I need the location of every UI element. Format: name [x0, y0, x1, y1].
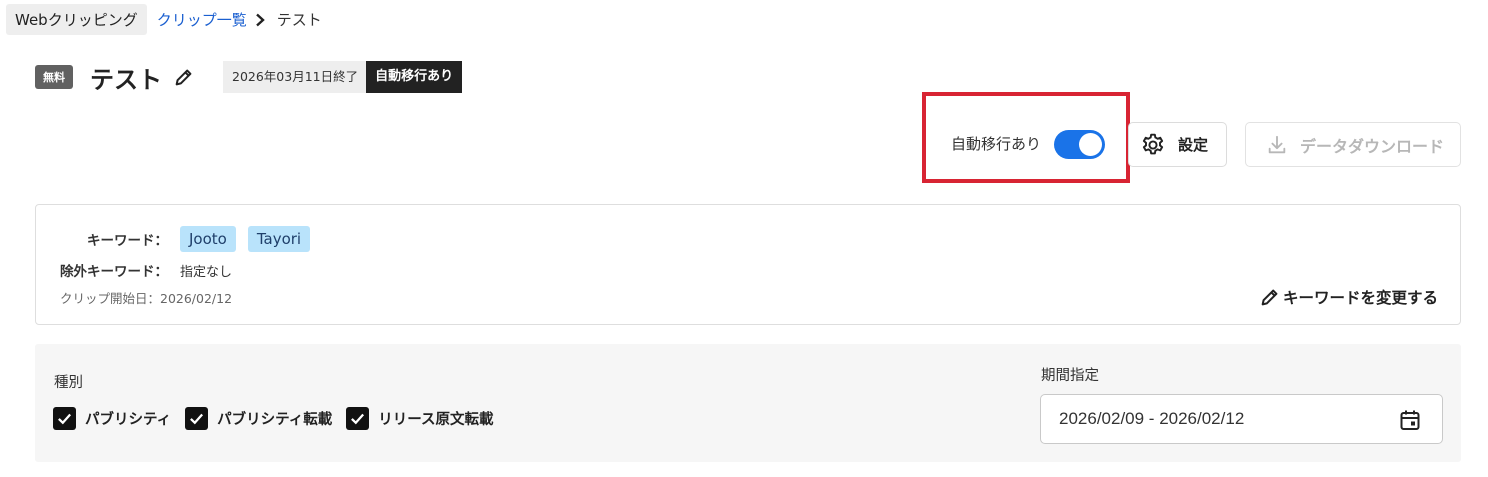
title-row: 無料 テスト 2026年03月11日終了 自動移行あり [35, 61, 463, 94]
data-download-button[interactable]: データダウンロード [1245, 122, 1461, 167]
change-keywords-link[interactable]: キーワードを変更する [1259, 286, 1438, 308]
checkbox-checked-icon[interactable] [53, 407, 76, 430]
clip-start-date: クリップ開始日：2026/02/12 [60, 291, 233, 306]
change-keywords-label: キーワードを変更する [1282, 289, 1438, 307]
type-filter-label: 種別 [54, 375, 83, 391]
date-range-value: 2026/02/09 - 2026/02/12 [1059, 409, 1245, 428]
settings-button-label: 設定 [1178, 137, 1209, 154]
settings-button[interactable]: 設定 [1128, 122, 1227, 167]
auto-migrate-toggle-label: 自動移行あり [951, 135, 1042, 153]
auto-migrate-toggle[interactable] [1054, 130, 1105, 159]
type-checkbox-group: パブリシティ パブリシティ転載 リリース原文転載 [53, 407, 508, 430]
breadcrumb-root[interactable]: Webクリッピング [6, 4, 147, 35]
auto-migrate-tag: 自動移行あり [366, 61, 463, 93]
chevron-right-icon [255, 13, 265, 26]
pencil-icon [1261, 289, 1278, 306]
period-filter-label: 期間指定 [1041, 368, 1099, 384]
checkbox-checked-icon[interactable] [346, 407, 370, 430]
checkbox-label: パブリシティ [85, 412, 172, 428]
filter-panel: 種別 パブリシティ パブリシティ転載 リリース原文転載 期間指定 2026/02… [35, 344, 1461, 462]
checkbox-label: リリース原文転載 [378, 412, 494, 428]
breadcrumb-current: テスト [276, 11, 322, 29]
keyword-chip: Jooto [180, 226, 236, 252]
download-icon [1268, 135, 1286, 153]
date-range-input[interactable]: 2026/02/09 - 2026/02/12 [1040, 394, 1443, 444]
breadcrumb-link-clip-list[interactable]: クリップ一覧 [157, 9, 247, 30]
keyword-chip: Tayori [247, 226, 311, 252]
checkbox-release-original-reprint[interactable]: リリース原文転載 [346, 407, 494, 430]
keyword-row: キーワード： Jooto Tayori [87, 226, 311, 252]
calendar-icon[interactable] [1398, 408, 1422, 432]
data-download-label: データダウンロード [1300, 138, 1445, 156]
breadcrumb: Webクリッピング クリップ一覧 テスト [6, 4, 322, 35]
gear-icon [1142, 133, 1164, 154]
keyword-label: キーワード： [87, 233, 168, 249]
exclude-keyword-row: 除外キーワード： 指定なし [60, 260, 232, 280]
exclude-keyword-label: 除外キーワード： [60, 264, 168, 280]
checkbox-checked-icon[interactable] [185, 407, 209, 430]
exclude-keyword-value: 指定なし [180, 264, 233, 280]
pencil-icon[interactable] [173, 66, 195, 88]
toggle-knob [1079, 133, 1102, 156]
end-date-label: 2026年03月11日終了 [223, 61, 367, 93]
page-title: テスト [90, 65, 162, 94]
plan-badge: 無料 [35, 65, 73, 89]
checkbox-label: パブリシティ転載 [217, 412, 333, 428]
checkbox-publicity[interactable]: パブリシティ [53, 407, 171, 430]
keyword-panel: キーワード： Jooto Tayori 除外キーワード： 指定なし クリップ開始… [35, 204, 1461, 325]
clip-start-row: クリップ開始日：2026/02/12 [60, 288, 232, 307]
checkbox-publicity-reprint[interactable]: パブリシティ転載 [185, 407, 332, 430]
